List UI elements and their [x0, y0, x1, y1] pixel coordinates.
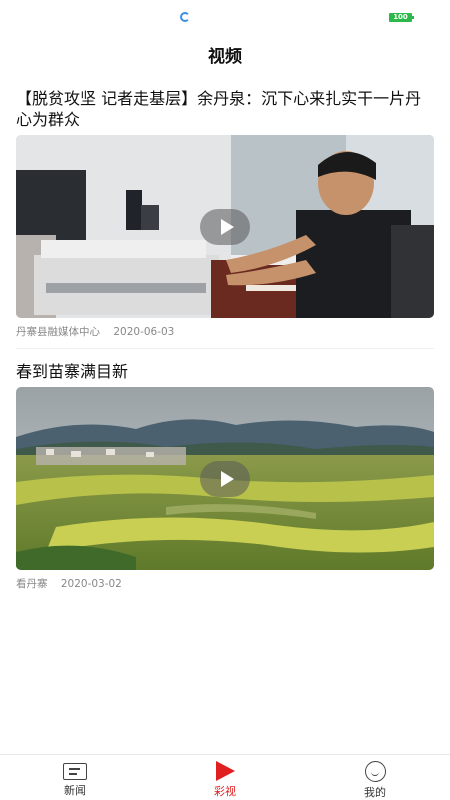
tab-video[interactable]: 彩视: [150, 755, 300, 800]
profile-icon: [364, 761, 386, 782]
play-icon: [215, 761, 235, 781]
video-feed: 【脱贫攻坚 记者走基层】余丹泉：沉下心来扎实干一片丹心为群众 丹寨县融媒体中心 …: [16, 88, 434, 592]
video-source: 丹寨县融媒体中心: [16, 326, 100, 338]
play-icon: [220, 470, 234, 487]
video-title[interactable]: 【脱贫攻坚 记者走基层】余丹泉：沉下心来扎实干一片丹心为群众: [16, 88, 434, 130]
play-button[interactable]: [200, 208, 250, 245]
video-date: 2020-03-02: [60, 578, 122, 590]
battery-icon: 100: [389, 13, 414, 22]
page-title: 视频: [208, 47, 242, 67]
tab-label: 我的: [364, 786, 386, 799]
video-title[interactable]: 春到苗寨满目新: [16, 361, 434, 382]
divider: [16, 348, 434, 349]
tab-label: 彩视: [214, 785, 236, 798]
video-item[interactable]: 春到苗寨满目新 看丹寨 2020-03-02: [16, 361, 434, 592]
tab-profile[interactable]: 我的: [300, 755, 450, 800]
loading-icon: [180, 12, 190, 22]
video-item[interactable]: 【脱贫攻坚 记者走基层】余丹泉：沉下心来扎实干一片丹心为群众 丹寨县融媒体中心 …: [16, 88, 434, 340]
status-bar: 100: [0, 0, 450, 34]
video-thumbnail[interactable]: [16, 135, 434, 318]
video-thumbnail[interactable]: [16, 387, 434, 570]
bottom-tab-bar: 新闻 彩视 我的: [0, 754, 450, 800]
play-icon: [220, 218, 234, 235]
video-meta: 看丹寨 2020-03-02: [16, 576, 434, 592]
video-source: 看丹寨: [16, 578, 48, 590]
video-meta: 丹寨县融媒体中心 2020-06-03: [16, 324, 434, 340]
tab-news[interactable]: 新闻: [0, 755, 150, 800]
tab-label: 新闻: [64, 784, 86, 797]
play-button[interactable]: [200, 460, 250, 497]
news-icon: [63, 763, 87, 780]
video-date: 2020-06-03: [113, 326, 175, 338]
